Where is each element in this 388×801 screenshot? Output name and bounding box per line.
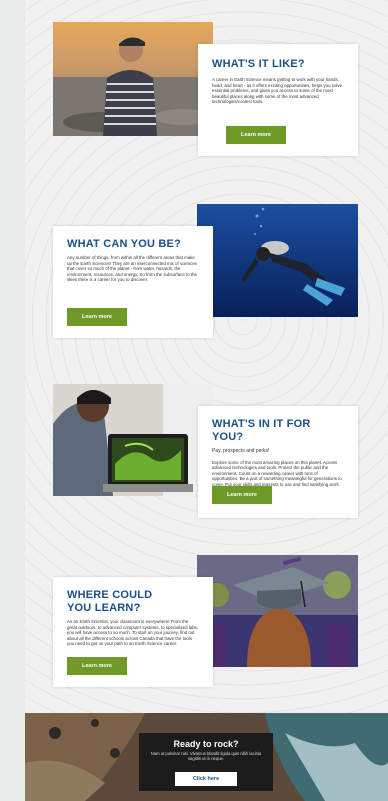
section-body: Explore some of the most amazing places … <box>212 459 342 487</box>
section-subtitle: Pay, prospects and perks! <box>212 448 270 454</box>
section-body: As an Earth Scientist, your classroom is… <box>67 619 199 647</box>
section-card-1: WHAT'S IT LIKE? A career in Earth Scienc… <box>198 44 358 156</box>
section-title: WHAT CAN YOU BE? <box>67 238 182 250</box>
learn-more-button[interactable]: Learn more <box>212 486 272 504</box>
section-body: Any number of things, from within all th… <box>67 255 198 283</box>
student-with-laptop-photo <box>53 384 213 496</box>
section-title: WHAT'S IT LIKE? <box>212 58 305 70</box>
graduate-cap-photo <box>197 555 358 667</box>
cta-box: Ready to rock? Nam ut pulvinar nisl. Viv… <box>139 733 273 791</box>
section-title: WHERE COULD YOU LEARN? <box>67 589 153 614</box>
section-card-4: WHERE COULD YOU LEARN? As an Earth Scien… <box>53 577 213 687</box>
section-title: WHAT'S IN IT FOR YOU? <box>212 418 311 443</box>
man-in-striped-sweater-photo <box>53 22 213 136</box>
learn-more-button[interactable]: Learn more <box>67 308 127 326</box>
learn-more-button[interactable]: Learn more <box>67 657 127 675</box>
learn-more-button[interactable]: Learn more <box>226 126 286 144</box>
click-here-button[interactable]: Click here <box>175 772 237 786</box>
cta-body: Nam ut pulvinar nisl. Vivamus blandit li… <box>150 751 262 761</box>
section-card-2: WHAT CAN YOU BE? Any number of things, f… <box>53 226 213 338</box>
section-card-3: WHAT'S IN IT FOR YOU? Pay, prospects and… <box>198 406 358 518</box>
ready-to-rock-banner: Ready to rock? Nam ut pulvinar nisl. Viv… <box>25 713 388 801</box>
scuba-diver-photo <box>197 204 358 317</box>
cta-title: Ready to rock? <box>173 739 239 749</box>
section-body: A career in Earth Science means getting … <box>212 77 343 105</box>
page-background: WHAT'S IT LIKE? A career in Earth Scienc… <box>25 0 388 801</box>
